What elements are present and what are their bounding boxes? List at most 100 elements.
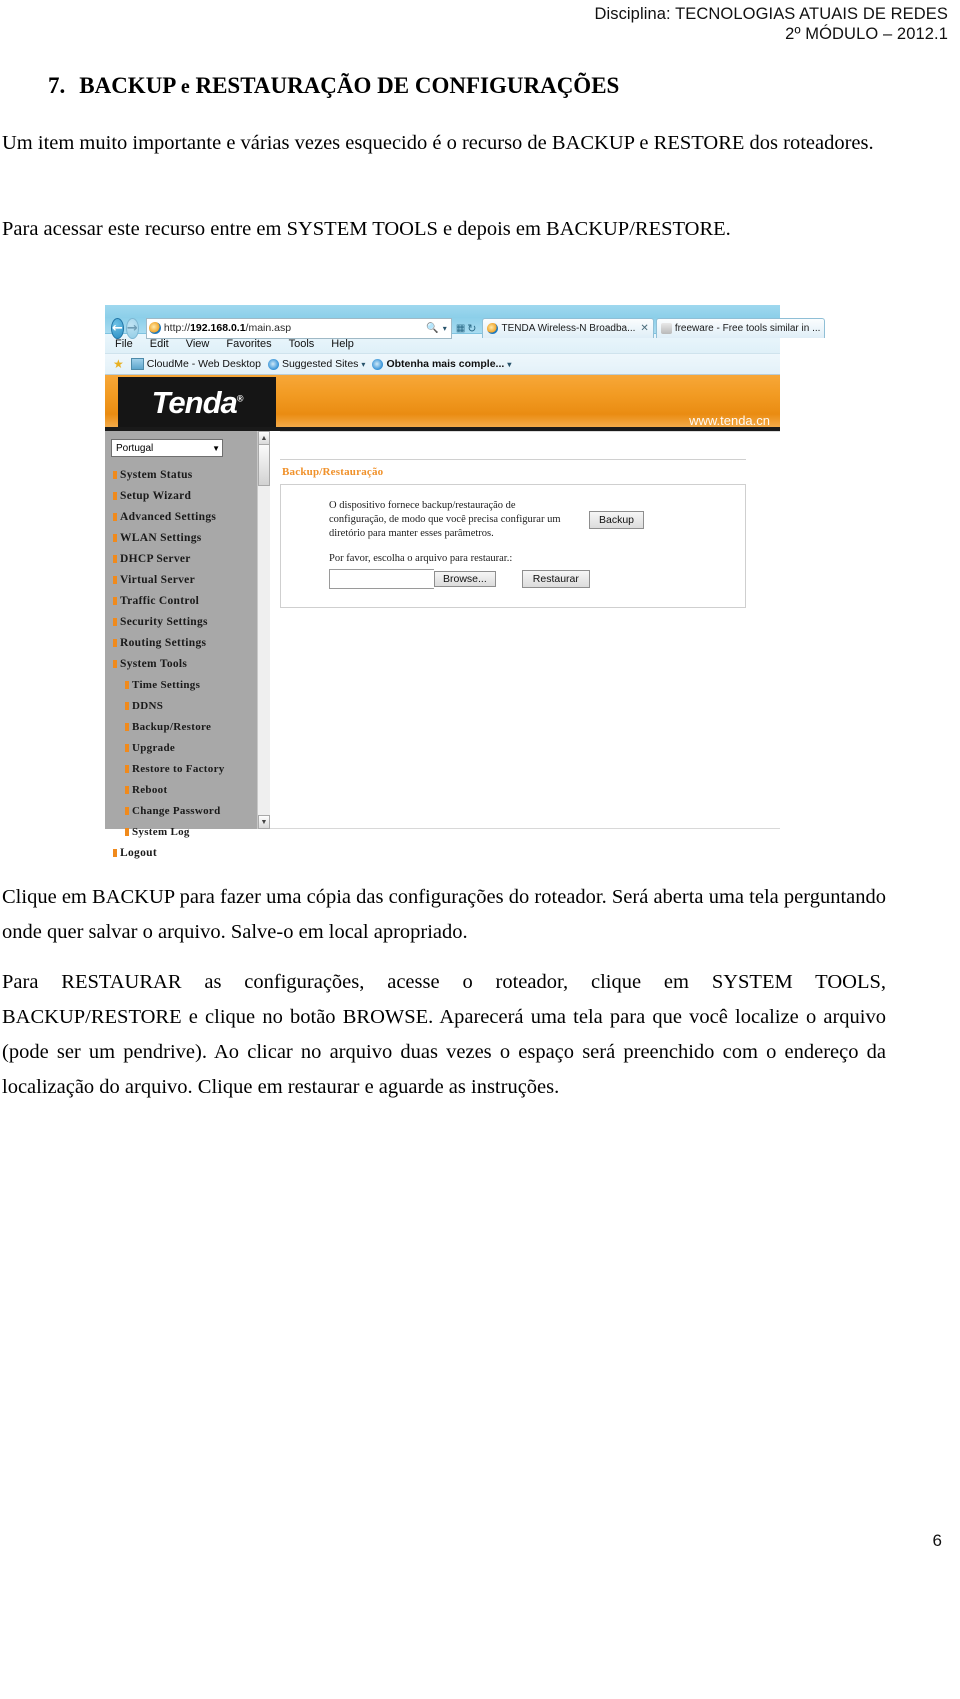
sidebar-item-system-tools[interactable]: System Tools — [105, 653, 257, 674]
sidebar-item-traffic-control[interactable]: Traffic Control — [105, 590, 257, 611]
sidebar-item-advanced-settings[interactable]: Advanced Settings — [105, 506, 257, 527]
browser-screenshot: ← → http://192.168.0.1/main.asp 🔍 ▾ ▦ ↻ … — [105, 305, 826, 861]
backup-restore-panel: Backup/Restauração O dispositivo fornece… — [280, 459, 746, 608]
refresh-icon[interactable]: ↻ — [467, 322, 476, 335]
bullet-icon — [125, 701, 129, 710]
browse-button[interactable]: Browse... — [434, 571, 496, 587]
bullet-icon — [113, 575, 117, 584]
scroll-down-icon[interactable]: ▼ — [258, 815, 270, 829]
sidebar-item-label: Setup Wizard — [120, 489, 192, 502]
favorite-label: Obtenha mais comple... — [386, 358, 505, 370]
paragraph-restore-instructions: Para RESTAURAR as configurações, acesse … — [2, 971, 886, 1098]
address-bar-icons: 🔍 ▾ — [426, 323, 448, 334]
sidebar-item-wlan-settings[interactable]: WLAN Settings — [105, 527, 257, 548]
restore-file-input[interactable] — [329, 569, 434, 589]
address-bar[interactable]: http://192.168.0.1/main.asp 🔍 ▾ — [145, 317, 452, 339]
menu-item-edit[interactable]: Edit — [150, 338, 169, 350]
bullet-icon — [125, 722, 129, 731]
scroll-up-icon[interactable]: ▲ — [258, 431, 270, 445]
favorite-obtenha-mais[interactable]: Obtenha mais comple... ▾ — [372, 358, 511, 370]
sidebar-item-label: Time Settings — [132, 678, 201, 691]
favorites-star-icon[interactable]: ★ — [113, 357, 124, 371]
menu-item-file[interactable]: File — [115, 338, 133, 350]
ie-icon — [267, 358, 279, 370]
sidebar-item-label: Upgrade — [132, 741, 176, 754]
bullet-icon — [113, 638, 117, 647]
sidebar-item-reboot[interactable]: Reboot — [105, 779, 257, 800]
sidebar-item-ddns[interactable]: DDNS — [105, 695, 257, 716]
sidebar-item-logout[interactable]: Logout — [105, 842, 257, 863]
sidebar-item-label: Logout — [120, 846, 157, 859]
bullet-icon — [125, 827, 129, 836]
bullet-icon — [113, 533, 117, 542]
sidebar-item-upgrade[interactable]: Upgrade — [105, 737, 257, 758]
sidebar-item-label: DHCP Server — [120, 552, 191, 565]
panel-body: O dispositivo fornece backup/restauração… — [280, 484, 746, 608]
menu-item-favorites[interactable]: Favorites — [226, 338, 271, 350]
page-favicon — [148, 322, 161, 334]
bullet-icon — [113, 848, 117, 857]
sidebar-item-system-log[interactable]: System Log — [105, 821, 257, 842]
tab-tenda[interactable]: TENDA Wireless-N Broadba... ✕ — [482, 317, 654, 338]
backup-description: O dispositivo fornece backup/restauração… — [329, 500, 561, 539]
favorite-label: Suggested Sites — [281, 358, 359, 370]
sidebar-item-dhcp-server[interactable]: DHCP Server — [105, 548, 257, 569]
page-number: 6 — [932, 1531, 942, 1550]
chevron-down-icon[interactable]: ▾ — [361, 360, 365, 369]
bullet-icon — [113, 512, 117, 521]
favorite-suggested-sites[interactable]: Suggested Sites ▾ — [267, 358, 365, 370]
sidebar-item-security-settings[interactable]: Security Settings — [105, 611, 257, 632]
language-select[interactable]: Portugal ▼ — [111, 439, 223, 457]
menu-item-help[interactable]: Help — [331, 338, 354, 350]
sidebar-item-label: Traffic Control — [120, 594, 200, 607]
sidebar-item-label: System Log — [132, 825, 190, 838]
chevron-down-icon[interactable]: ▾ — [507, 360, 511, 369]
forward-icon[interactable]: → — [125, 317, 139, 339]
content-divider — [280, 431, 780, 432]
tenda-logo: Tenda® — [118, 377, 276, 429]
sidebar-item-restore-to-factory[interactable]: Restore to Factory — [105, 758, 257, 779]
bullet-icon — [125, 680, 129, 689]
search-icon[interactable]: 🔍 — [426, 323, 438, 334]
section-number: 7. — [48, 73, 66, 98]
router-page-body: Portugal ▼ System Status Setup Wizard Ad… — [105, 431, 780, 859]
sidebar-item-routing-settings[interactable]: Routing Settings — [105, 632, 257, 653]
sidebar-item-label: WLAN Settings — [120, 531, 202, 544]
chevron-down-icon[interactable]: ▾ — [443, 324, 447, 333]
tenda-logo-text: Tenda — [151, 385, 238, 420]
sidebar-item-backup-restore[interactable]: Backup/Restore — [105, 716, 257, 737]
sidebar-item-setup-wizard[interactable]: Setup Wizard — [105, 485, 257, 506]
back-icon[interactable]: ← — [111, 317, 124, 339]
scrollbar-thumb[interactable] — [258, 444, 270, 486]
bullet-icon — [113, 596, 117, 605]
ie-icon — [372, 358, 384, 370]
bullet-icon — [125, 764, 129, 773]
sidebar-item-change-password[interactable]: Change Password — [105, 800, 257, 821]
sidebar-item-virtual-server[interactable]: Virtual Server — [105, 569, 257, 590]
favorite-cloudme[interactable]: CloudMe - Web Desktop — [130, 358, 261, 370]
menu-item-tools[interactable]: Tools — [289, 338, 315, 350]
close-icon[interactable]: ✕ — [640, 323, 648, 334]
menu-item-view[interactable]: View — [186, 338, 210, 350]
sidebar-item-label: Routing Settings — [120, 636, 207, 649]
sidebar-scrollbar[interactable]: ▲ ▼ — [257, 431, 270, 829]
document-header: Disciplina: TECNOLOGIAS ATUAIS DE REDES … — [594, 4, 948, 44]
paragraph-intro: Um item muito importante e várias vezes … — [2, 132, 874, 154]
bullet-icon — [125, 806, 129, 815]
browser-titlebar: ← → http://192.168.0.1/main.asp 🔍 ▾ ▦ ↻ … — [105, 305, 826, 339]
backup-button[interactable]: Backup — [589, 511, 645, 529]
sidebar-item-system-status[interactable]: System Status — [105, 464, 257, 485]
sidebar-item-time-settings[interactable]: Time Settings — [105, 674, 257, 695]
bullet-icon — [113, 491, 117, 500]
panel-title: Backup/Restauração — [282, 466, 384, 478]
content-bottom-divider — [270, 828, 780, 829]
tab-freeware[interactable]: freeware - Free tools similar in ... — [655, 317, 826, 338]
restaurar-button[interactable]: Restaurar — [521, 570, 590, 588]
section-title-text: BACKUP — [79, 73, 176, 98]
tab-label: TENDA Wireless-N Broadba... — [501, 322, 636, 334]
sidebar-item-label: Advanced Settings — [120, 510, 217, 523]
compatibility-view-icon[interactable]: ▦ — [456, 323, 465, 334]
tab-strip: TENDA Wireless-N Broadba... ✕ freeware -… — [482, 317, 827, 338]
cloud-icon — [130, 358, 144, 370]
sidebar-item-label: System Status — [120, 468, 193, 481]
